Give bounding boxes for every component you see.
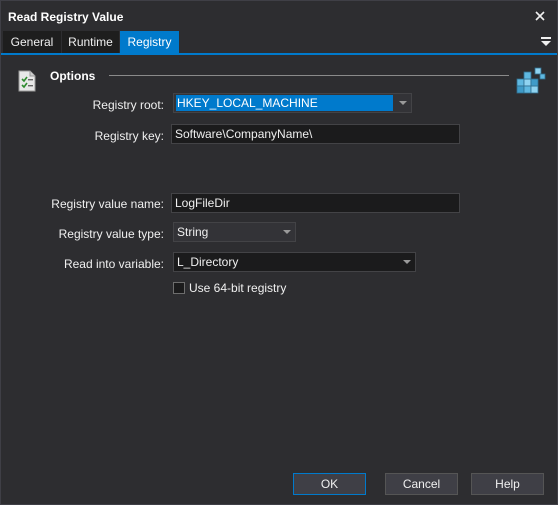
value-type-dropdown-arrow[interactable] [279, 223, 295, 241]
read-into-select[interactable]: L_Directory [173, 252, 416, 272]
registry-key-label: Registry key: [94, 129, 164, 143]
registry-root-select[interactable]: HKEY_LOCAL_MACHINE [173, 93, 412, 113]
help-button[interactable]: Help [471, 473, 544, 495]
chevron-down-icon [283, 229, 291, 234]
tab-bar: General Runtime Registry [1, 31, 557, 55]
tab-registry[interactable]: Registry [120, 31, 179, 53]
cancel-button[interactable]: Cancel [385, 473, 458, 495]
tab-general[interactable]: General [3, 31, 61, 53]
value-type-select[interactable]: String [173, 222, 296, 242]
chevron-down-icon [403, 259, 411, 264]
title-bar: Read Registry Value [1, 1, 557, 31]
registry-key-input[interactable]: Software\CompanyName\ [171, 124, 460, 144]
registry-root-dropdown-arrow[interactable] [395, 94, 411, 112]
ok-button[interactable]: OK [293, 473, 366, 495]
use-64bit-checkbox[interactable] [173, 282, 185, 294]
options-checklist-icon [18, 70, 36, 92]
registry-root-label: Registry root: [92, 98, 164, 112]
read-into-dropdown-arrow[interactable] [399, 253, 415, 271]
read-into-label: Read into variable: [63, 257, 164, 271]
chevron-down-icon [399, 100, 407, 105]
tab-menu-icon[interactable] [539, 35, 553, 49]
close-icon [535, 11, 545, 21]
close-button[interactable] [529, 5, 551, 27]
section-divider [109, 75, 509, 76]
value-type-label: Registry value type: [58, 227, 164, 241]
window-title: Read Registry Value [8, 10, 124, 24]
tab-runtime[interactable]: Runtime [62, 31, 119, 53]
use-64bit-label[interactable]: Use 64-bit registry [189, 281, 286, 295]
value-name-label: Registry value name: [51, 197, 164, 211]
dialog-window: Read Registry Value General Runtime Regi… [0, 0, 558, 505]
value-type-value: String [177, 225, 209, 239]
registry-cubes-icon [516, 67, 546, 94]
registry-root-value: HKEY_LOCAL_MACHINE [176, 95, 393, 111]
read-into-value: L_Directory [177, 255, 239, 269]
section-title: Options [50, 69, 96, 83]
value-name-input[interactable]: LogFileDir [171, 193, 460, 213]
